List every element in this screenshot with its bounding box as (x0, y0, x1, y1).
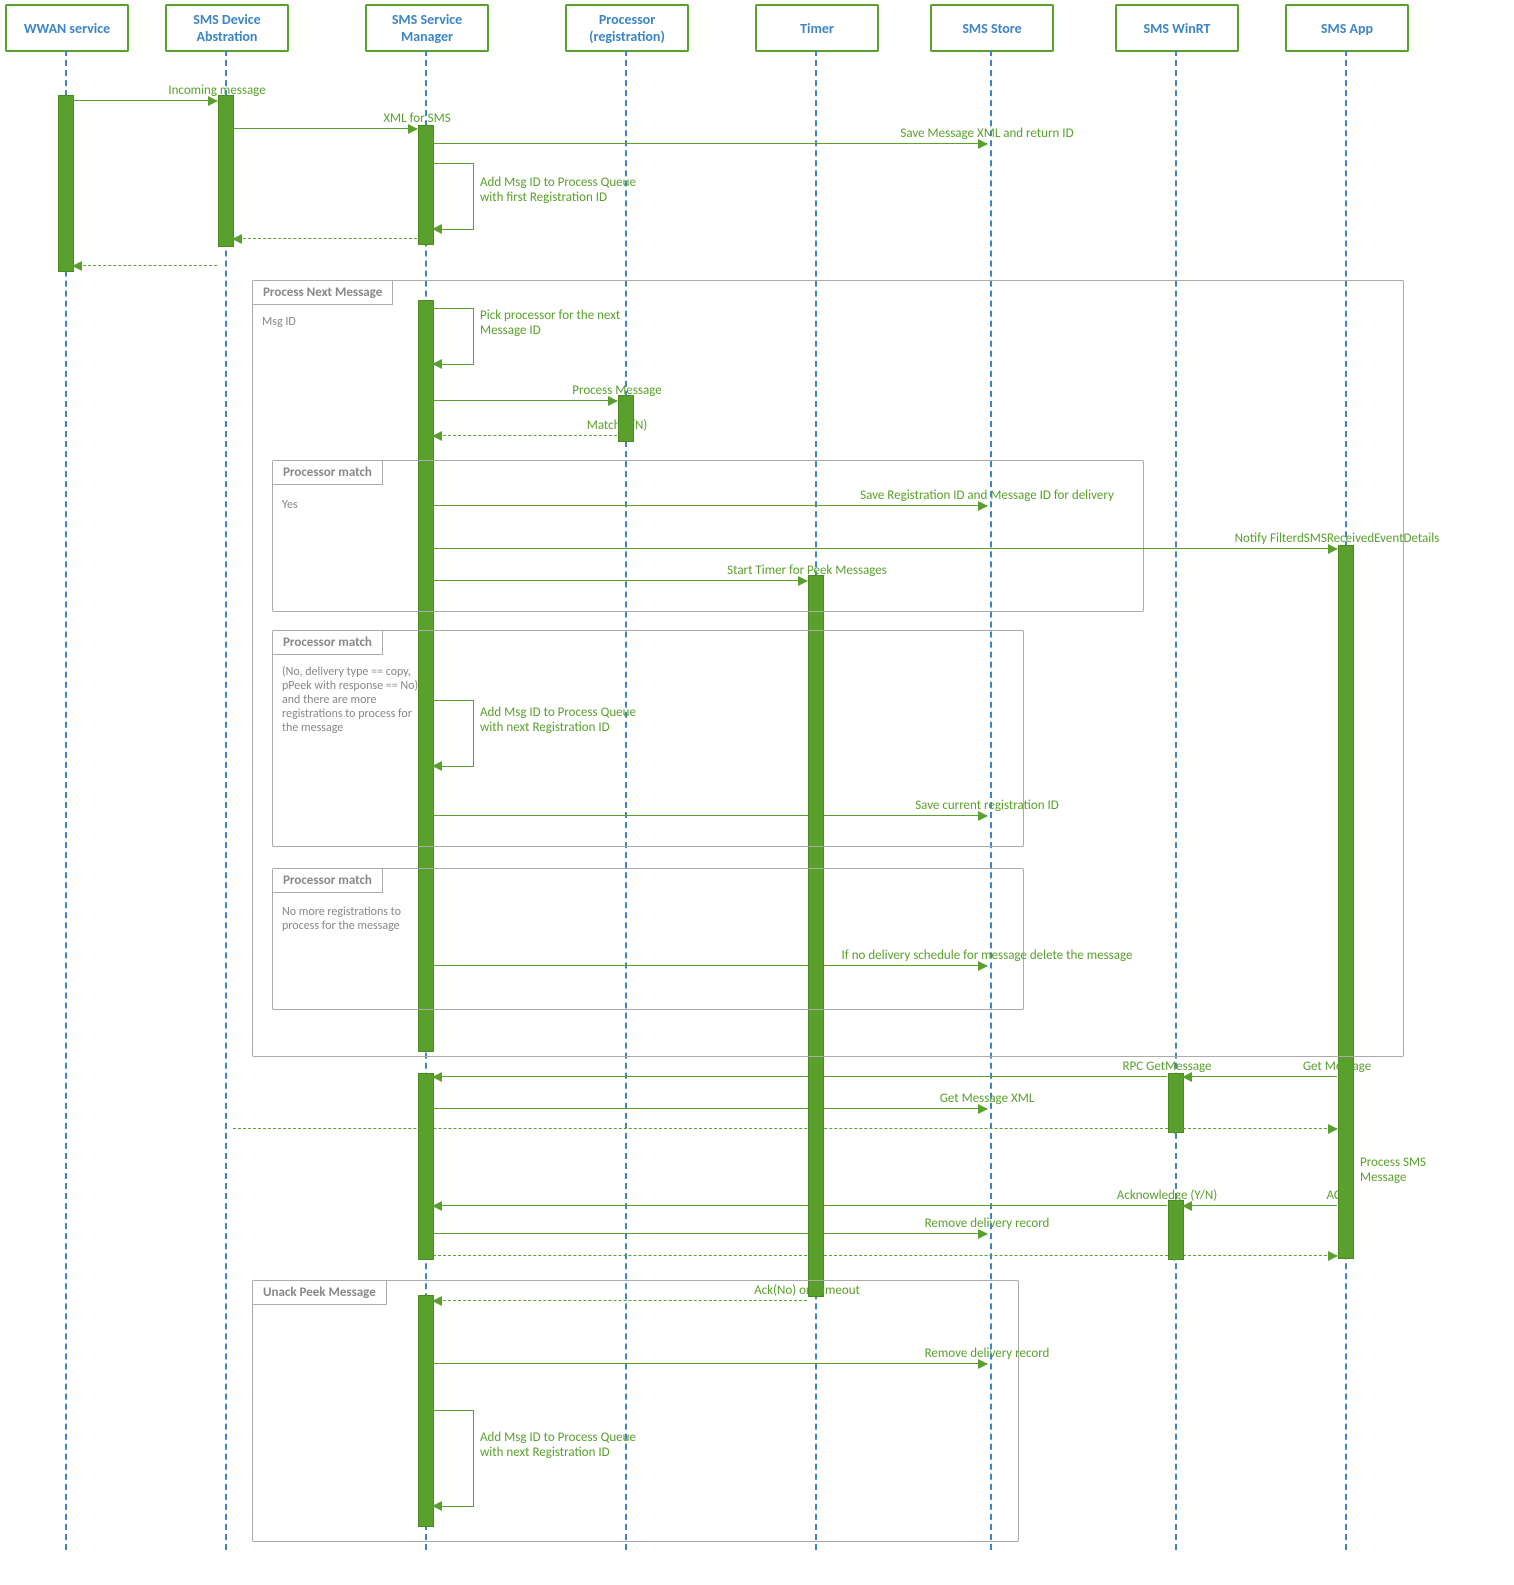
msg-label: Ack(No) on Timeout (620, 1283, 994, 1298)
msg-getmsg: Get Message (1183, 1076, 1337, 1077)
ret-app2 (1183, 1255, 1337, 1256)
msg-start-timer: Start Timer for Peek Messages (433, 580, 807, 581)
msg-notify: Notify FilterdSMSReceivedEventDetails (433, 548, 1337, 549)
msg-label: Notify FilterdSMSReceivedEventDetails (885, 531, 1514, 546)
participant-label: SMS App (1321, 20, 1373, 37)
participant-label: Timer (800, 20, 834, 37)
msg-label: Save Registration ID and Message ID for … (710, 488, 1264, 503)
participant-wwan: WWAN service (5, 4, 129, 52)
msg-label: Save current registration ID (710, 798, 1264, 813)
participant-label: SMS Store (962, 20, 1021, 37)
ret-app (1183, 1128, 1337, 1129)
participant-label: WWAN service (24, 20, 110, 37)
guard-msg-id: Msg ID (262, 315, 392, 329)
participant-proc: Processor (registration) (565, 4, 689, 52)
frame-unack-label: Unack Peek Message (253, 1281, 387, 1305)
msg-label: Process Message (525, 383, 709, 398)
guard-none: No more registrations to process for the… (282, 905, 412, 933)
ret-winrt2 (433, 1255, 1183, 1256)
frame-match-yes-label: Processor match (273, 461, 383, 485)
self-add-next2-label: Add Msg ID to Process Queue with next Re… (480, 1430, 660, 1460)
msg-ack-yn: Acknowledge (Y/N) (433, 1205, 1167, 1206)
self-add-next2 (433, 1410, 474, 1507)
self-add-next (433, 700, 474, 767)
guard-yes: Yes (282, 498, 412, 512)
frame-process-next-label: Process Next Message (253, 281, 393, 305)
activation-mgr-3 (418, 1073, 434, 1260)
msg-label: Remove delivery record (710, 1216, 1264, 1231)
msg-label: RPC GetMessage (800, 1059, 1514, 1074)
msg-ack: ACK (1183, 1205, 1337, 1206)
msg-save-xml: Save Message XML and return ID (433, 143, 987, 144)
msg-incoming: Incoming message (73, 100, 217, 101)
ret-dev (233, 238, 417, 239)
frame-unack: Unack Peek Message (252, 1280, 1019, 1542)
msg-label: Acknowledge (Y/N) (800, 1188, 1514, 1203)
participant-store: SMS Store (930, 4, 1054, 52)
frame-match-none: Processor match (272, 868, 1024, 1010)
participant-label: SMS Device Abstration (167, 11, 287, 45)
msg-remove: Remove delivery record (433, 1233, 987, 1234)
msg-ack-no: Ack(No) on Timeout (433, 1300, 807, 1301)
activation-wwan (58, 95, 74, 272)
ret-winrt (233, 1128, 1183, 1129)
msg-rpc: RPC GetMessage (433, 1076, 1167, 1077)
msg-no-deliv: If no delivery schedule for message dele… (433, 965, 987, 966)
lifeline-dev (225, 50, 227, 1550)
activation-dev (218, 95, 234, 247)
lifeline-wwan (65, 50, 67, 1550)
frame-match-none-label: Processor match (273, 869, 383, 893)
msg-label: Match(Y/N) (525, 418, 709, 433)
self-add-first-label: Add Msg ID to Process Queue with first R… (480, 175, 660, 205)
msg-label: Get Message XML (710, 1091, 1264, 1106)
msg-save-cur: Save current registration ID (433, 815, 987, 816)
participant-label: SMS WinRT (1144, 20, 1211, 37)
msg-label: Remove delivery record (710, 1346, 1264, 1361)
msg-label: Incoming message (145, 83, 289, 98)
msg-save-reg: Save Registration ID and Message ID for … (433, 505, 987, 506)
ret-wwan (73, 265, 217, 266)
msg-xml: XML for SMS (233, 128, 417, 129)
guard-no: (No, delivery type == copy, pPeek with r… (282, 665, 422, 735)
self-pick (433, 308, 474, 365)
msg-match: Match(Y/N) (433, 435, 617, 436)
participant-dev: SMS Device Abstration (165, 4, 289, 52)
participant-label: Processor (registration) (567, 11, 687, 45)
msg-label: Save Message XML and return ID (710, 126, 1264, 141)
frame-match-no-label: Processor match (273, 631, 383, 655)
msg-label: Start Timer for Peek Messages (620, 563, 994, 578)
msg-process: Process Message (433, 400, 617, 401)
participant-label: SMS Service Manager (367, 11, 487, 45)
self-add-next-label: Add Msg ID to Process Queue with next Re… (480, 705, 660, 735)
process-sms-label: Process SMS Message (1360, 1155, 1450, 1185)
participant-winrt: SMS WinRT (1115, 4, 1239, 52)
self-add-first (433, 163, 474, 230)
msg-getxml: Get Message XML (433, 1108, 987, 1109)
msg-label: If no delivery schedule for message dele… (710, 948, 1264, 963)
self-pick-label: Pick processor for the next Message ID (480, 308, 660, 338)
participant-timer: Timer (755, 4, 879, 52)
msg-remove2: Remove delivery record (433, 1363, 987, 1364)
participant-mgr: SMS Service Manager (365, 4, 489, 52)
msg-label: XML for SMS (325, 111, 509, 126)
participant-app: SMS App (1285, 4, 1409, 52)
